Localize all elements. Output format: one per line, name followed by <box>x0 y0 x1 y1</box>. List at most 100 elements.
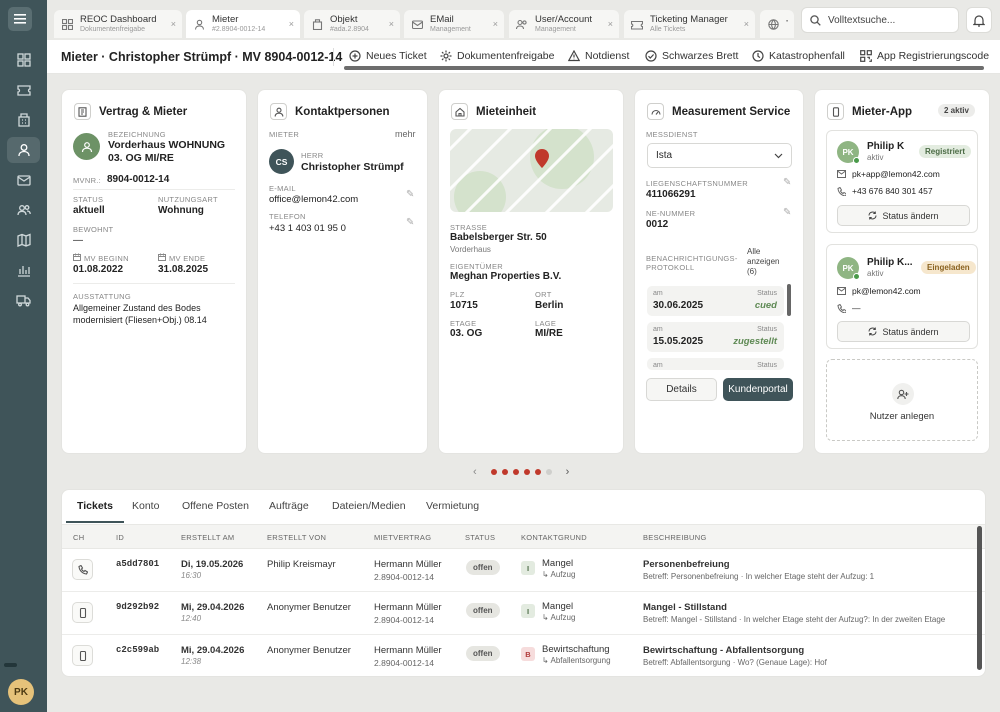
protocol-entry[interactable]: am Status <box>647 358 784 370</box>
ticket-id[interactable]: c2c599ab <box>116 645 159 655</box>
sidebar-item-logistics[interactable] <box>7 287 40 313</box>
contact-phone[interactable]: +43 1 403 01 95 0 <box>269 223 346 234</box>
sidebar-item-reports[interactable] <box>7 257 40 283</box>
close-icon[interactable]: × <box>744 19 749 29</box>
disaster-case-button[interactable]: Katastrophenfall <box>752 50 845 62</box>
tab-auftraege[interactable]: Aufträge <box>269 500 309 512</box>
phone-icon <box>837 187 846 196</box>
online-indicator <box>853 273 860 280</box>
location-map[interactable] <box>450 129 613 212</box>
avatar-initials: PK <box>842 147 854 157</box>
table-row[interactable]: c2c599ab Mi, 29.04.2026 12:38 Anonymer B… <box>62 635 985 676</box>
new-ticket-button[interactable]: Neues Ticket <box>349 50 427 62</box>
show-all-count[interactable]: (6) <box>747 267 757 276</box>
tab-vermietung[interactable]: Vermietung <box>426 500 479 512</box>
tab-tickets[interactable]: Tickets <box>77 500 113 512</box>
sidebar-scrollbar[interactable] <box>4 663 17 667</box>
metering-service-select[interactable]: Ista <box>647 143 792 168</box>
table-row[interactable]: a5dd7801 Di, 19.05.2026 16:30 Philip Kre… <box>62 549 985 592</box>
pager-dot[interactable] <box>534 469 541 475</box>
column-header[interactable]: ERSTELLT VON <box>267 533 326 542</box>
protocol-entry[interactable]: am 30.06.2025 Status cued <box>647 286 784 316</box>
table-row[interactable]: 9d292b92 Mi, 29.04.2026 12:40 Anonymer B… <box>62 592 985 635</box>
table-header: CH ID ERSTELLT AM ERSTELLT VON MIETVERTR… <box>62 524 985 549</box>
tab-dateien-medien[interactable]: Dateien/Medien <box>332 500 406 512</box>
column-header[interactable]: KONTAKTGRUND <box>521 533 587 542</box>
tab-mieter[interactable]: Mieter #2.8904-0012-14 × <box>186 10 300 38</box>
column-header[interactable]: MIETVERTRAG <box>374 533 431 542</box>
close-icon[interactable]: × <box>389 19 394 29</box>
pager-dot[interactable] <box>501 469 508 475</box>
user-avatar[interactable]: PK <box>8 679 34 705</box>
street-value: Babelsberger Str. 50 <box>450 232 547 243</box>
protocol-scrollbar[interactable] <box>787 284 791 316</box>
details-button[interactable]: Details <box>646 378 717 401</box>
column-header[interactable]: CH <box>73 533 84 542</box>
close-icon[interactable]: × <box>608 19 613 29</box>
pager-dot[interactable] <box>490 469 497 475</box>
tab-user-account[interactable]: User/Account Management × <box>509 10 619 38</box>
card-title: Vertrag & Mieter <box>99 105 188 118</box>
bulletin-board-button[interactable]: Schwarzes Brett <box>645 50 738 62</box>
close-icon[interactable]: × <box>289 19 294 29</box>
sidebar-item-map[interactable] <box>7 227 40 253</box>
show-all-link[interactable]: Alle <box>747 247 760 256</box>
column-header[interactable]: BESCHREIBUNG <box>643 533 707 542</box>
sidebar-item-mail[interactable] <box>7 167 40 193</box>
edit-icon[interactable]: ✎ <box>783 207 791 218</box>
app-registration-code-button[interactable]: App Registrierungscode <box>860 50 989 62</box>
close-icon[interactable]: × <box>493 19 498 29</box>
document-release-button[interactable]: Dokumentenfreigabe <box>440 50 554 62</box>
emergency-service-button[interactable]: Notdienst <box>568 50 629 62</box>
hamburger-icon <box>14 14 26 24</box>
tab-objekt[interactable]: Objekt #ada.2.8904 × <box>304 10 400 38</box>
chevron-left-icon[interactable]: ‹ <box>473 466 477 478</box>
chart-icon <box>17 266 30 277</box>
actions-scrollbar[interactable] <box>344 66 984 70</box>
calendar-icon <box>73 253 81 261</box>
pager-dot[interactable] <box>512 469 519 475</box>
column-header[interactable]: ERSTELLT AM <box>181 533 234 542</box>
tab-offene-posten[interactable]: Offene Posten <box>182 500 249 512</box>
edit-icon[interactable]: ✎ <box>783 177 791 188</box>
protocol-entry[interactable]: am 15.05.2025 Status zugestellt <box>647 322 784 352</box>
pager-dot[interactable] <box>523 469 530 475</box>
sidebar-item-tickets[interactable] <box>7 77 40 103</box>
column-header[interactable]: ID <box>116 533 124 542</box>
show-all-link[interactable]: anzeigen <box>747 257 779 266</box>
action-label: Neues Ticket <box>366 50 427 62</box>
change-status-button[interactable]: Status ändern <box>837 321 970 342</box>
tab-more[interactable]: T <box>760 10 794 38</box>
chevron-right-icon[interactable]: › <box>566 466 570 478</box>
notifications-button[interactable] <box>966 7 992 33</box>
search-input[interactable]: Volltextsuche... <box>801 7 959 33</box>
add-user-button[interactable]: Nutzer anlegen <box>826 359 978 441</box>
contact-email[interactable]: office@lemon42.com <box>269 194 358 205</box>
label: PROTOKOLL <box>646 263 695 272</box>
tab-reoc-dashboard[interactable]: REOC Dashboard Dokumentenfreigabe × <box>54 10 182 38</box>
sidebar-item-tenants[interactable] <box>7 137 40 163</box>
ticket-icon <box>16 85 31 96</box>
change-status-button[interactable]: Status ändern <box>837 205 970 226</box>
close-icon[interactable]: × <box>171 19 176 29</box>
column-header[interactable]: STATUS <box>465 533 495 542</box>
customer-portal-button[interactable]: Kundenportal <box>723 378 793 401</box>
table-scrollbar[interactable] <box>977 526 982 670</box>
tab-ticketing-manager[interactable]: Ticketing Manager Alle Tickets × <box>624 10 755 38</box>
sidebar-item-users[interactable] <box>7 197 40 223</box>
sidebar-item-buildings[interactable] <box>7 107 40 133</box>
users-icon <box>16 205 31 216</box>
tab-email[interactable]: EMail Management × <box>404 10 504 38</box>
sidebar-item-dashboard[interactable] <box>7 47 40 73</box>
label: NUTZUNGSART <box>158 195 218 204</box>
edit-icon[interactable]: ✎ <box>406 189 414 200</box>
ticket-id[interactable]: 9d292b92 <box>116 602 159 612</box>
ticket-id[interactable]: a5dd7801 <box>116 559 159 569</box>
more-link[interactable]: mehr <box>395 129 416 139</box>
pager-dot[interactable] <box>545 469 552 475</box>
description-title: Bewirtschaftung - Abfallentsorgung <box>643 645 805 656</box>
menu-button[interactable] <box>8 7 32 31</box>
edit-icon[interactable]: ✎ <box>406 217 414 228</box>
tab-konto[interactable]: Konto <box>132 500 159 512</box>
label: LIEGENSCHAFTSNUMMER <box>646 179 748 188</box>
